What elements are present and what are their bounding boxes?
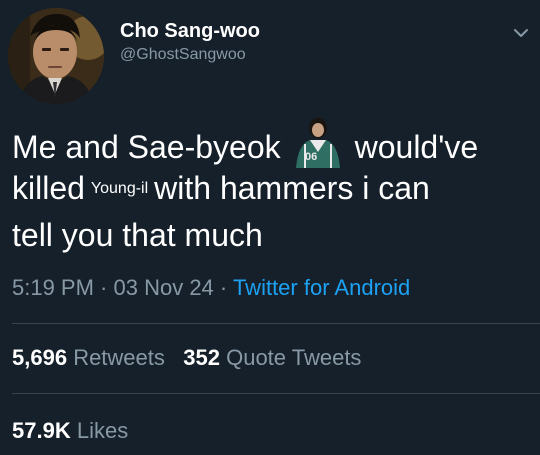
tweet-text: Me and Sae-byeok 06 would've killed Young… <box>12 118 532 259</box>
likes-stat[interactable]: 57.9K Likes <box>12 418 128 444</box>
retweets-count: 5,696 <box>12 345 68 370</box>
tweet-text-part: Me and Sae-byeok <box>12 129 281 165</box>
tweet-text-part: with hammers i can <box>154 170 430 206</box>
author-handle[interactable]: @GhostSangwoo <box>120 46 246 64</box>
tweet-small-name: Young-il <box>90 180 149 197</box>
divider <box>12 393 540 394</box>
likes-count: 57.9K <box>12 418 71 443</box>
tweet-meta: 5:19 PM · 03 Nov 24 · Twitter for Androi… <box>12 275 410 301</box>
meta-separator: · <box>93 275 114 300</box>
chevron-down-icon[interactable] <box>512 24 530 42</box>
tweet-line-2: killed Young-il with hammers i can <box>12 165 532 212</box>
tweet-line-1: Me and Sae-byeok 06 would've <box>12 118 532 168</box>
retweets-label: Retweets <box>73 345 165 370</box>
avatar[interactable] <box>8 8 104 104</box>
tweet-text-part: would've <box>354 129 479 165</box>
tweet-source-link[interactable]: Twitter for Android <box>233 275 410 300</box>
svg-text:06: 06 <box>305 151 317 163</box>
player-jersey-image: 06 <box>281 118 354 168</box>
quote-tweets-label: Quote Tweets <box>226 345 362 370</box>
quote-tweets-stat[interactable]: 352 Quote Tweets <box>183 345 361 370</box>
meta-separator: · <box>213 275 233 300</box>
tweet-date[interactable]: 03 Nov 24 <box>114 275 214 300</box>
divider <box>12 323 540 324</box>
engagement-stats: 5,696 Retweets 352 Quote Tweets <box>12 345 361 371</box>
tweet-text-part: killed <box>12 170 85 206</box>
tweet-time[interactable]: 5:19 PM <box>12 275 94 300</box>
quote-tweets-count: 352 <box>183 345 220 370</box>
tweet-line-3: tell you that much <box>12 212 532 259</box>
avatar-portrait <box>8 8 104 104</box>
tweet-text-part: tell you that much <box>12 217 263 253</box>
tweet-card: Cho Sang-woo @GhostSangwoo Me and Sae-by… <box>0 0 540 455</box>
likes-label: Likes <box>76 418 129 443</box>
author-display-name[interactable]: Cho Sang-woo <box>120 20 260 43</box>
retweets-stat[interactable]: 5,696 Retweets <box>12 345 165 370</box>
